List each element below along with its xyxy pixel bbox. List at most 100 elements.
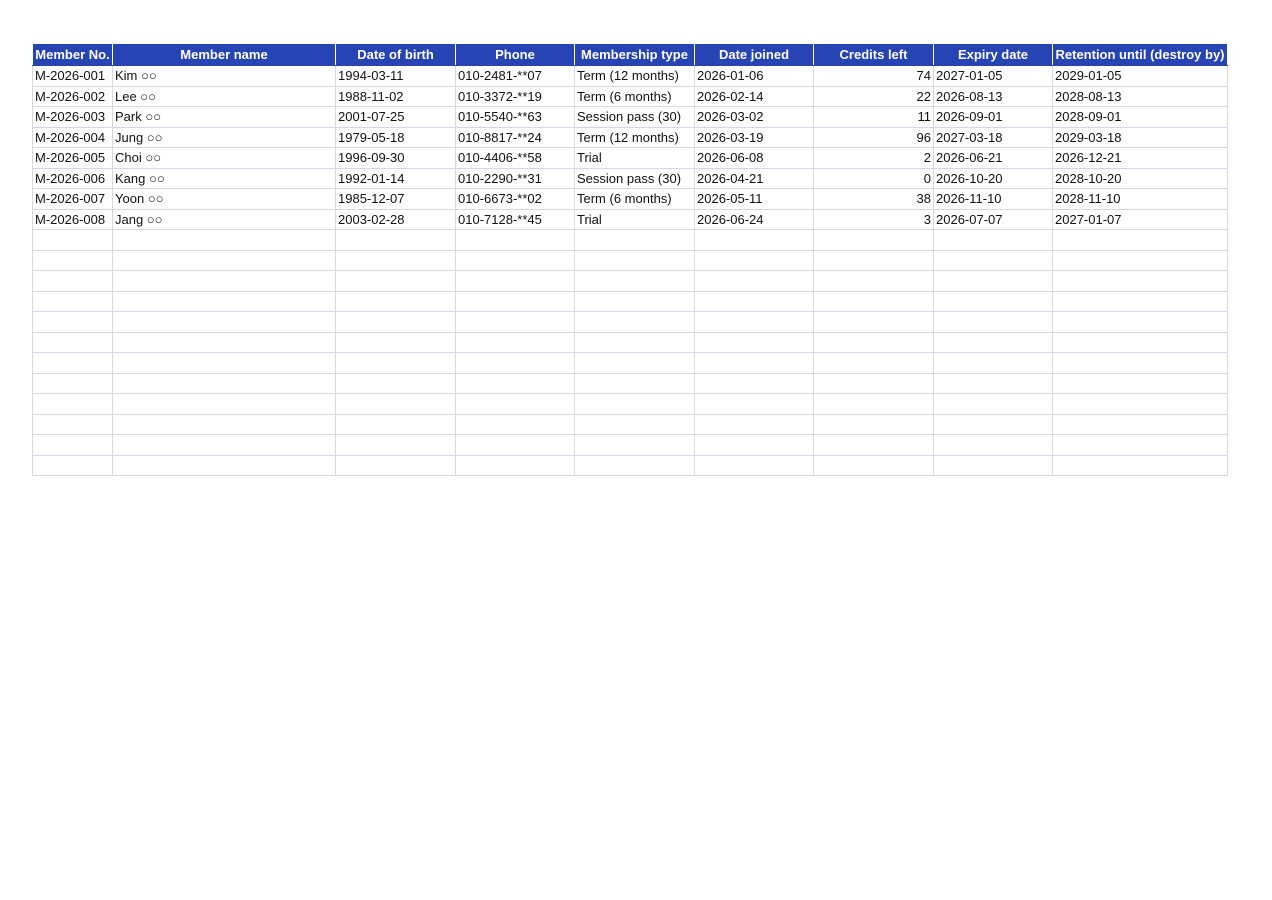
empty-cell-phone[interactable] — [455, 352, 575, 374]
empty-cell-member-name[interactable] — [112, 413, 336, 435]
empty-cell-member-no[interactable] — [32, 434, 113, 456]
empty-cell-membership-type[interactable] — [574, 311, 695, 333]
empty-cell-date-joined[interactable] — [694, 270, 814, 292]
cell-retention-until[interactable]: 2028-11-10 — [1052, 188, 1228, 210]
cell-member-no[interactable]: M-2026-001 — [32, 65, 113, 87]
header-membership-type[interactable]: Membership type — [574, 43, 695, 66]
empty-cell-date-of-birth[interactable] — [335, 434, 456, 456]
cell-date-joined[interactable]: 2026-06-08 — [694, 147, 814, 169]
cell-credits-left[interactable]: 2 — [813, 147, 934, 169]
empty-cell-membership-type[interactable] — [574, 413, 695, 435]
cell-retention-until[interactable]: 2028-10-20 — [1052, 167, 1228, 189]
empty-cell-member-name[interactable] — [112, 229, 336, 251]
empty-cell-phone[interactable] — [455, 454, 575, 476]
empty-cell-date-joined[interactable] — [694, 434, 814, 456]
empty-cell-date-of-birth[interactable] — [335, 311, 456, 333]
cell-expiry-date[interactable]: 2027-03-18 — [933, 126, 1053, 148]
empty-cell-credits-left[interactable] — [813, 372, 934, 394]
empty-cell-phone[interactable] — [455, 434, 575, 456]
empty-cell-date-of-birth[interactable] — [335, 454, 456, 476]
empty-cell-date-of-birth[interactable] — [335, 393, 456, 415]
empty-cell-credits-left[interactable] — [813, 393, 934, 415]
cell-retention-until[interactable]: 2029-03-18 — [1052, 126, 1228, 148]
cell-membership-type[interactable]: Session pass (30) — [574, 167, 695, 189]
empty-cell-expiry-date[interactable] — [933, 413, 1053, 435]
header-date-of-birth[interactable]: Date of birth — [335, 43, 456, 66]
empty-cell-membership-type[interactable] — [574, 454, 695, 476]
empty-cell-member-no[interactable] — [32, 352, 113, 374]
empty-cell-date-of-birth[interactable] — [335, 352, 456, 374]
empty-cell-member-name[interactable] — [112, 270, 336, 292]
empty-cell-date-joined[interactable] — [694, 454, 814, 476]
empty-cell-credits-left[interactable] — [813, 413, 934, 435]
cell-credits-left[interactable]: 3 — [813, 208, 934, 230]
cell-phone[interactable]: 010-4406-**58 — [455, 147, 575, 169]
cell-date-of-birth[interactable]: 1985-12-07 — [335, 188, 456, 210]
empty-cell-expiry-date[interactable] — [933, 331, 1053, 353]
empty-cell-retention-until[interactable] — [1052, 249, 1228, 271]
empty-cell-member-no[interactable] — [32, 331, 113, 353]
cell-credits-left[interactable]: 0 — [813, 167, 934, 189]
cell-membership-type[interactable]: Term (12 months) — [574, 65, 695, 87]
cell-phone[interactable]: 010-2481-**07 — [455, 65, 575, 87]
cell-retention-until[interactable]: 2028-08-13 — [1052, 85, 1228, 107]
cell-credits-left[interactable]: 22 — [813, 85, 934, 107]
empty-cell-phone[interactable] — [455, 229, 575, 251]
empty-cell-phone[interactable] — [455, 413, 575, 435]
empty-cell-expiry-date[interactable] — [933, 352, 1053, 374]
empty-cell-retention-until[interactable] — [1052, 331, 1228, 353]
empty-cell-retention-until[interactable] — [1052, 372, 1228, 394]
empty-cell-retention-until[interactable] — [1052, 290, 1228, 312]
empty-cell-member-name[interactable] — [112, 249, 336, 271]
cell-credits-left[interactable]: 38 — [813, 188, 934, 210]
empty-cell-credits-left[interactable] — [813, 454, 934, 476]
cell-expiry-date[interactable]: 2026-08-13 — [933, 85, 1053, 107]
cell-retention-until[interactable]: 2026-12-21 — [1052, 147, 1228, 169]
cell-membership-type[interactable]: Term (6 months) — [574, 188, 695, 210]
empty-cell-member-no[interactable] — [32, 372, 113, 394]
empty-cell-expiry-date[interactable] — [933, 249, 1053, 271]
empty-cell-member-name[interactable] — [112, 311, 336, 333]
cell-expiry-date[interactable]: 2026-09-01 — [933, 106, 1053, 128]
cell-expiry-date[interactable]: 2027-01-05 — [933, 65, 1053, 87]
empty-cell-phone[interactable] — [455, 372, 575, 394]
empty-cell-credits-left[interactable] — [813, 311, 934, 333]
empty-cell-date-joined[interactable] — [694, 229, 814, 251]
cell-date-joined[interactable]: 2026-01-06 — [694, 65, 814, 87]
empty-cell-member-no[interactable] — [32, 249, 113, 271]
empty-cell-phone[interactable] — [455, 311, 575, 333]
cell-phone[interactable]: 010-6673-**02 — [455, 188, 575, 210]
empty-cell-member-name[interactable] — [112, 372, 336, 394]
empty-cell-membership-type[interactable] — [574, 352, 695, 374]
cell-credits-left[interactable]: 96 — [813, 126, 934, 148]
cell-membership-type[interactable]: Trial — [574, 147, 695, 169]
empty-cell-phone[interactable] — [455, 290, 575, 312]
empty-cell-phone[interactable] — [455, 270, 575, 292]
empty-cell-credits-left[interactable] — [813, 352, 934, 374]
cell-phone[interactable]: 010-3372-**19 — [455, 85, 575, 107]
header-credits-left[interactable]: Credits left — [813, 43, 934, 66]
cell-expiry-date[interactable]: 2026-07-07 — [933, 208, 1053, 230]
empty-cell-phone[interactable] — [455, 331, 575, 353]
cell-date-joined[interactable]: 2026-06-24 — [694, 208, 814, 230]
empty-cell-retention-until[interactable] — [1052, 311, 1228, 333]
empty-cell-expiry-date[interactable] — [933, 434, 1053, 456]
cell-expiry-date[interactable]: 2026-11-10 — [933, 188, 1053, 210]
cell-member-no[interactable]: M-2026-003 — [32, 106, 113, 128]
cell-date-of-birth[interactable]: 1979-05-18 — [335, 126, 456, 148]
empty-cell-date-joined[interactable] — [694, 372, 814, 394]
empty-cell-date-of-birth[interactable] — [335, 290, 456, 312]
empty-cell-member-no[interactable] — [32, 270, 113, 292]
empty-cell-member-no[interactable] — [32, 229, 113, 251]
cell-expiry-date[interactable]: 2026-06-21 — [933, 147, 1053, 169]
cell-date-joined[interactable]: 2026-03-02 — [694, 106, 814, 128]
empty-cell-membership-type[interactable] — [574, 229, 695, 251]
cell-membership-type[interactable]: Session pass (30) — [574, 106, 695, 128]
empty-cell-credits-left[interactable] — [813, 270, 934, 292]
empty-cell-credits-left[interactable] — [813, 434, 934, 456]
cell-member-no[interactable]: M-2026-002 — [32, 85, 113, 107]
empty-cell-credits-left[interactable] — [813, 331, 934, 353]
cell-member-no[interactable]: M-2026-006 — [32, 167, 113, 189]
cell-credits-left[interactable]: 74 — [813, 65, 934, 87]
empty-cell-member-name[interactable] — [112, 290, 336, 312]
